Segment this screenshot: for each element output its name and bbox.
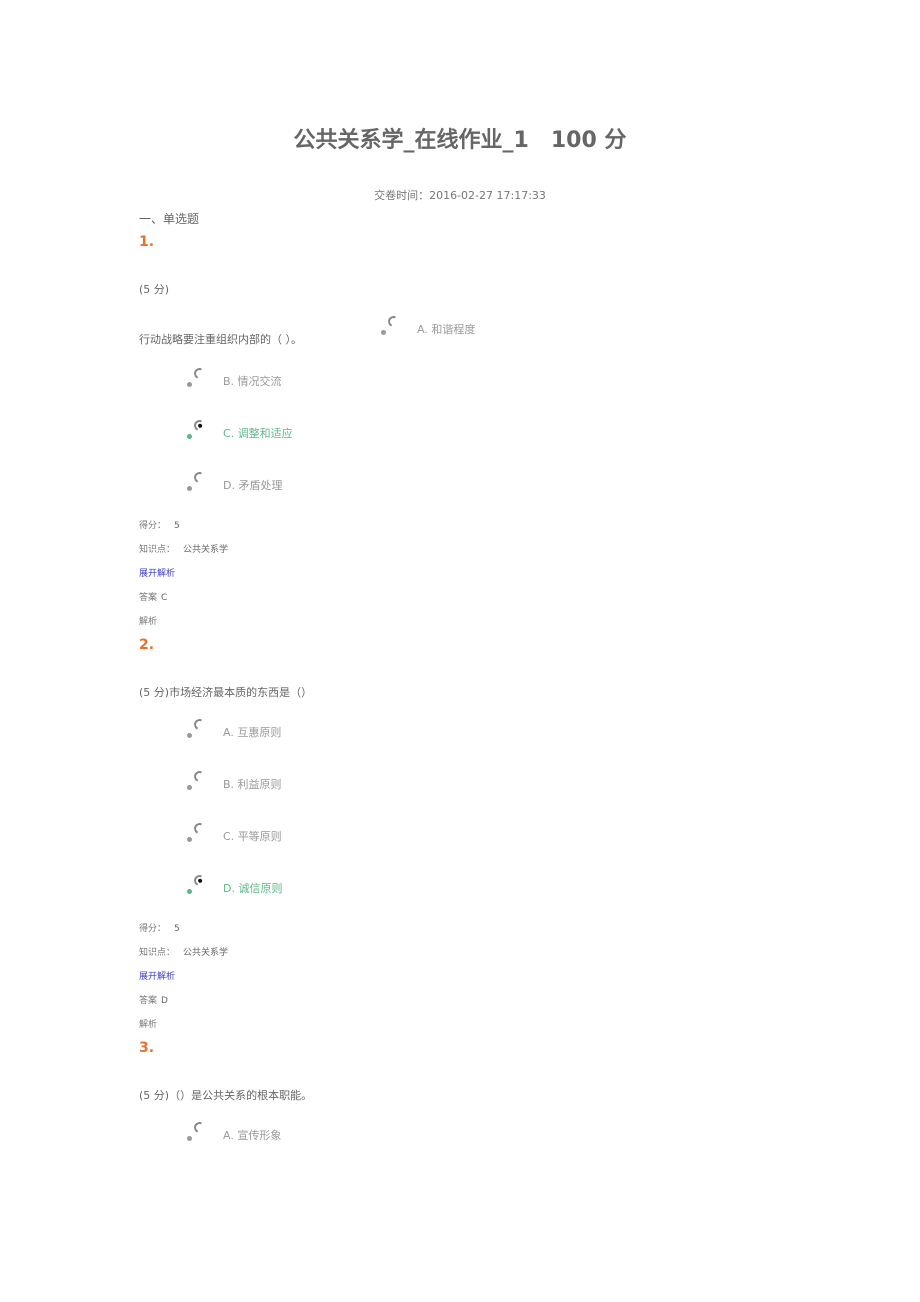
radio-icon[interactable] (192, 769, 207, 784)
option-letter: B. (223, 375, 235, 388)
score-row: 得分： 5 (139, 924, 180, 934)
knowledge-row: 知识点： 公共关系学 (139, 545, 229, 555)
option-b[interactable]: B. 情况交流 (187, 366, 282, 389)
option-text: 诚信原则 (238, 882, 283, 895)
radio-selected-icon[interactable] (192, 873, 207, 888)
section-title: 一、单选题 (139, 212, 200, 226)
bullet-icon (187, 382, 192, 387)
option-a[interactable]: A. 互惠原则 (187, 717, 282, 740)
option-d[interactable]: D. 矛盾处理 (187, 470, 283, 493)
option-text: 矛盾处理 (238, 479, 283, 492)
knowledge-value: 公共关系学 (183, 948, 229, 958)
answer-value: C (161, 593, 168, 603)
question-number: 1. (139, 234, 155, 250)
option-b[interactable]: B. 利益原则 (187, 769, 282, 792)
bullet-icon (381, 330, 386, 335)
question-number: 3. (139, 1040, 155, 1056)
page-title: 公共关系学_在线作业_1 100 分 (293, 128, 627, 153)
bullet-icon (187, 1136, 192, 1141)
knowledge-row: 知识点： 公共关系学 (139, 948, 229, 958)
option-letter: C. (223, 830, 235, 843)
analysis-label: 解析 (139, 617, 158, 627)
option-text: 互惠原则 (237, 726, 282, 739)
radio-icon[interactable] (386, 314, 401, 329)
radio-icon[interactable] (192, 821, 207, 836)
option-letter: D. (223, 479, 235, 492)
question-number: 2. (139, 637, 155, 653)
option-letter: A. (223, 726, 234, 739)
option-letter: A. (417, 323, 428, 336)
question-text: 行动战略要注重组织内部的（ ）。 (139, 333, 302, 346)
bullet-icon (187, 733, 192, 738)
question-text: (5 分)（）是公共关系的根本职能。 (139, 1089, 313, 1102)
option-c[interactable]: C. 调整和适应 (187, 418, 293, 441)
radio-icon[interactable] (192, 1120, 207, 1135)
radio-icon[interactable] (192, 366, 207, 381)
option-a[interactable]: A. 和谐程度 (381, 314, 476, 337)
option-text: 调整和适应 (237, 427, 293, 440)
score-value: 5 (174, 924, 180, 934)
radio-selected-icon[interactable] (192, 418, 207, 433)
bullet-icon (187, 889, 192, 894)
option-a[interactable]: A. 宣传形象 (187, 1120, 282, 1143)
option-text: 平等原则 (237, 830, 282, 843)
option-d[interactable]: D. 诚信原则 (187, 873, 283, 896)
expand-analysis-link[interactable]: 展开解析 (139, 969, 175, 982)
answer-row: 答案 D (139, 996, 168, 1006)
knowledge-value: 公共关系学 (183, 545, 229, 555)
option-c[interactable]: C. 平等原则 (187, 821, 282, 844)
option-text: 利益原则 (237, 778, 282, 791)
answer-value: D (161, 996, 168, 1006)
option-text: 和谐程度 (431, 323, 476, 336)
analysis-label: 解析 (139, 1020, 158, 1030)
score-row: 得分： 5 (139, 521, 180, 531)
option-text: 情况交流 (237, 375, 282, 388)
question-text: (5 分)市场经济最本质的东西是（） (139, 686, 313, 699)
question-points: (5 分) (139, 283, 170, 296)
option-letter: C. (223, 427, 235, 440)
option-letter: B. (223, 778, 235, 791)
expand-analysis-link[interactable]: 展开解析 (139, 566, 175, 579)
radio-icon[interactable] (192, 717, 207, 732)
bullet-icon (187, 785, 192, 790)
option-letter: D. (223, 882, 235, 895)
bullet-icon (187, 434, 192, 439)
bullet-icon (187, 837, 192, 842)
option-text: 宣传形象 (237, 1129, 282, 1142)
bullet-icon (187, 486, 192, 491)
score-value: 5 (174, 521, 180, 531)
option-letter: A. (223, 1129, 234, 1142)
submit-time: 交卷时间：2016-02-27 17:17:33 (374, 189, 546, 202)
answer-row: 答案 C (139, 593, 168, 603)
radio-icon[interactable] (192, 470, 207, 485)
